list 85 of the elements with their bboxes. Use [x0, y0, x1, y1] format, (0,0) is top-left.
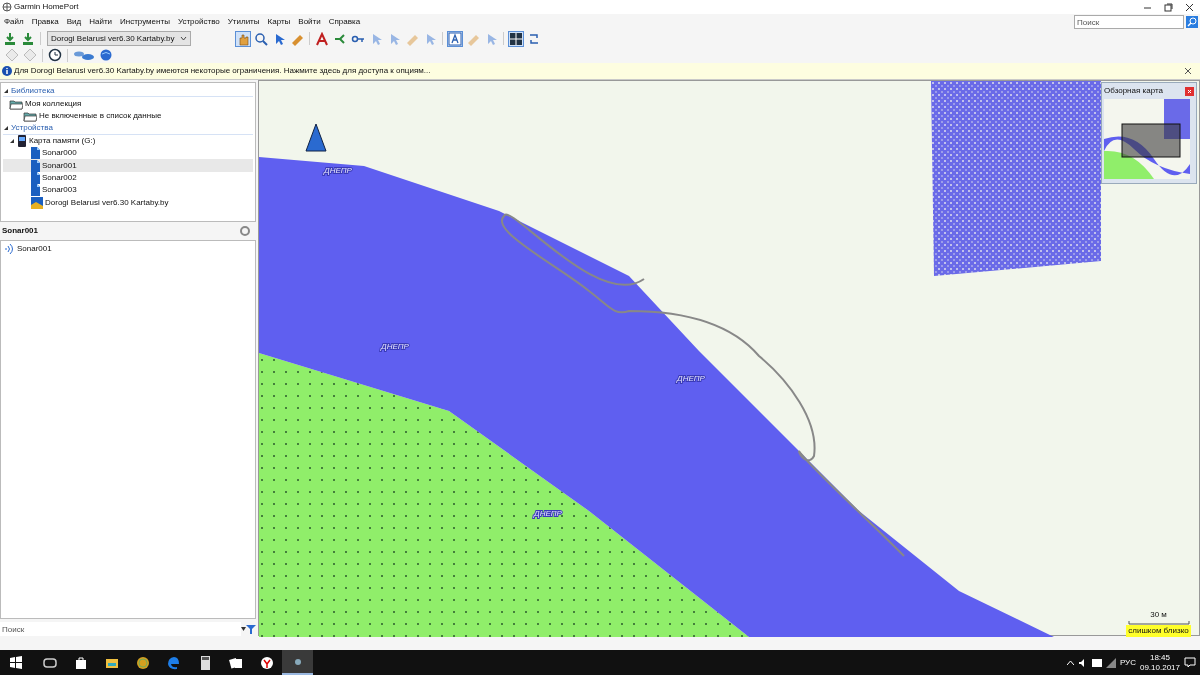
- download-icon: [21, 31, 35, 46]
- map-label: ДНЕПР: [534, 509, 562, 518]
- filter-field[interactable]: Поиск: [0, 622, 241, 636]
- scale-bar: [1127, 621, 1190, 625]
- menu-item[interactable]: Войти: [298, 16, 321, 28]
- panel-title: Обзорная карта: [1104, 85, 1163, 97]
- folder-icon: [9, 97, 23, 110]
- menu-item[interactable]: Файл: [4, 16, 24, 28]
- menu-item[interactable]: Утилиты: [227, 16, 260, 28]
- expander-icon[interactable]: [3, 124, 9, 131]
- section-header[interactable]: Устройства: [11, 121, 53, 134]
- tree-row[interactable]: Sonar002: [3, 171, 253, 185]
- shopping-bag-icon: [73, 655, 88, 670]
- list-item[interactable]: Sonar001: [17, 242, 52, 255]
- folder-icon: [23, 109, 37, 122]
- warning-label: слишком близко: [1126, 625, 1191, 637]
- filter-icon[interactable]: [246, 624, 256, 634]
- hand-icon: [236, 31, 251, 46]
- tree-item[interactable]: Моя коллекция: [25, 97, 82, 110]
- network-icon[interactable]: [1091, 658, 1102, 667]
- close-icon[interactable]: [1184, 67, 1192, 75]
- settings-icon[interactable]: [240, 225, 250, 236]
- position-marker: [305, 123, 327, 152]
- memory-card-icon: [17, 134, 27, 147]
- file-icon: [31, 159, 40, 172]
- edge-icon: [166, 655, 181, 670]
- language-indicator[interactable]: РУС: [1119, 656, 1136, 669]
- clock[interactable]: 18:45 09.10.2017: [1139, 652, 1180, 673]
- tree-row[interactable]: Dorogi Belarusi ver6.30 Kartaby.by: [3, 196, 253, 209]
- file-icon: [31, 147, 40, 160]
- window-title: Garmin HomePort: [14, 1, 79, 13]
- tree-item[interactable]: Не включенные в список данные: [39, 109, 162, 122]
- expander-icon[interactable]: [3, 87, 9, 94]
- download-icon: [3, 31, 17, 46]
- menu-item[interactable]: Справка: [328, 16, 361, 28]
- sonar-icon: [3, 242, 15, 255]
- browser-icon: [259, 655, 274, 670]
- app-icon: [2, 2, 12, 12]
- scale-label: 30 м: [1150, 609, 1167, 621]
- menu-item[interactable]: Вид: [66, 16, 82, 28]
- close-icon[interactable]: [1185, 2, 1194, 12]
- grid-icon: [509, 31, 524, 46]
- restore-icon[interactable]: [1164, 2, 1173, 12]
- menu-item[interactable]: Карты: [267, 16, 291, 28]
- search-icon[interactable]: [1186, 16, 1198, 28]
- signal-icon[interactable]: [1105, 657, 1116, 668]
- globe-icon: [99, 48, 113, 62]
- map-label: ДНЕПР: [324, 166, 352, 175]
- clock-icon: [48, 48, 62, 62]
- file-icon: [31, 171, 40, 184]
- tool-button[interactable]: [253, 30, 270, 47]
- route-icon: [315, 31, 330, 46]
- menu-item[interactable]: Инструменты: [120, 16, 170, 28]
- menu-item[interactable]: Устройство: [177, 16, 220, 28]
- map-label: ДНЕПР: [381, 342, 409, 351]
- cards-icon: [228, 655, 243, 670]
- map-dropdown[interactable]: Dorogi Belarusi ver6.30 Kartaby.by: [47, 31, 192, 46]
- info-icon: [2, 66, 12, 76]
- task-view-icon: [42, 655, 57, 670]
- zoom-icon: [254, 31, 269, 46]
- tool-button[interactable]: [47, 47, 63, 63]
- file-icon: [31, 184, 40, 197]
- caret-icon[interactable]: [241, 627, 246, 631]
- menu-item[interactable]: Найти: [89, 16, 112, 28]
- text-icon: [448, 31, 463, 46]
- notifications-icon[interactable]: [1184, 657, 1196, 668]
- tool-button[interactable]: [447, 30, 464, 47]
- caret-icon: [180, 36, 188, 41]
- chevron-icon[interactable]: [1066, 660, 1074, 665]
- panel-title: Sonar001: [2, 224, 39, 237]
- search-field[interactable]: Поиск: [1074, 15, 1184, 29]
- smiley-icon: [135, 655, 150, 670]
- tool-button[interactable]: [314, 30, 331, 47]
- branch-icon: [333, 31, 348, 46]
- tree-row[interactable]: Sonar001: [3, 159, 253, 172]
- tree-item[interactable]: Карта памяти (G:): [29, 134, 96, 147]
- map-label: ДНЕПР: [677, 374, 705, 383]
- menu-item[interactable]: Правка: [31, 16, 59, 28]
- tree-row[interactable]: Sonar003: [3, 184, 253, 197]
- tree-row[interactable]: Sonar000: [3, 146, 253, 160]
- expander-icon[interactable]: [9, 137, 15, 144]
- tool-button[interactable]: [508, 30, 525, 47]
- windows-icon: [8, 655, 23, 670]
- map-file-icon: [31, 196, 43, 209]
- section-header[interactable]: Библиотека: [11, 84, 55, 97]
